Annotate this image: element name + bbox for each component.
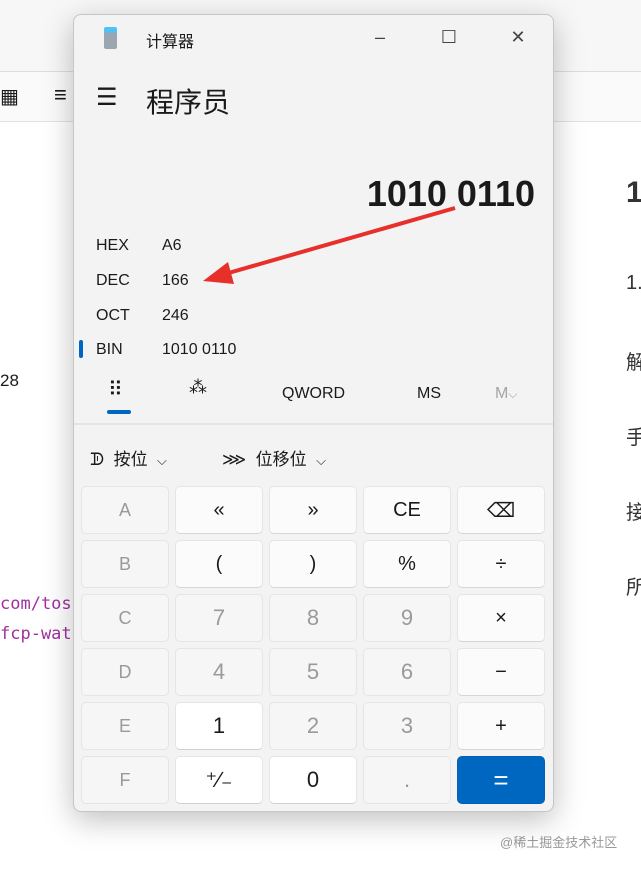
annotation-arrow [203, 206, 456, 284]
arrow-shaft [224, 206, 456, 276]
arrow-head [203, 262, 234, 284]
